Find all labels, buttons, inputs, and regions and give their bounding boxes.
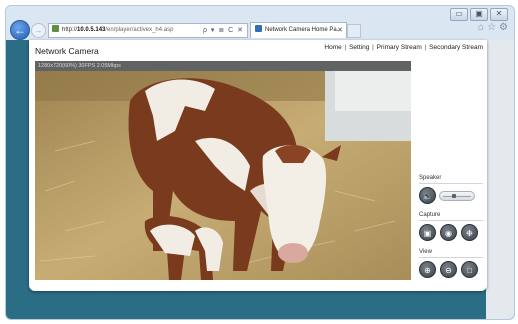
forward-button[interactable]: → <box>31 23 46 38</box>
snapshot-button[interactable]: ▣ <box>419 224 436 241</box>
volume-knob[interactable] <box>452 193 457 198</box>
tab-close-icon[interactable]: ✕ <box>337 23 343 38</box>
favorites-icon[interactable]: ☆ <box>487 22 496 33</box>
capture-label: Capture <box>419 212 441 218</box>
menu-setting[interactable]: Setting <box>349 44 369 51</box>
speaker-button[interactable]: 🔈 <box>419 187 436 204</box>
browser-tools: ⌂ ☆ ⚙ <box>478 22 508 33</box>
home-icon[interactable]: ⌂ <box>478 22 484 33</box>
gear-icon[interactable]: ⚙ <box>499 22 508 33</box>
capture-buttons: ▣ ◉ ❉ <box>419 224 483 241</box>
zoom-in-button[interactable]: ⊕ <box>419 261 436 278</box>
video-frame-image <box>35 71 411 280</box>
zoom-in-icon: ⊕ <box>424 266 431 275</box>
page-viewport: Network Camera Home | Setting | Primary … <box>6 40 514 319</box>
control-sidebar: Speaker 🔈 Capture ▣ ◉ ❉ View ⊕ ⊖ □ <box>419 175 483 286</box>
new-tab-button[interactable] <box>347 24 361 38</box>
brand-title: Network Camera <box>35 46 99 56</box>
menu-separator: | <box>372 44 374 51</box>
address-bar[interactable]: http://10.0.5.143/en/player/activex_h4.a… <box>48 23 248 38</box>
record-button[interactable]: ◉ <box>440 224 457 241</box>
stream-info-bar: 1280x720(60%) 30FPS 2.05Mbps <box>35 61 411 71</box>
camera-page-icon <box>255 25 262 32</box>
settings-icon: ❉ <box>466 229 473 238</box>
back-button[interactable]: ← <box>10 20 30 40</box>
browser-toolbar: ← → http://10.0.5.143/en/player/activex_… <box>6 20 514 40</box>
address-scheme: http:// <box>62 27 78 33</box>
zoom-out-icon: ⊖ <box>445 266 452 275</box>
tab-title: Network Camera Home Pa... <box>265 27 342 33</box>
divider <box>419 220 483 221</box>
snapshot-icon: ▣ <box>423 229 432 238</box>
menu-separator: | <box>344 44 347 51</box>
arrow-left-icon: ← <box>14 23 26 37</box>
top-menu: Home | Setting | Primary Stream | Second… <box>324 44 483 51</box>
divider <box>419 183 483 184</box>
arrow-right-icon: → <box>34 26 43 35</box>
divider <box>419 257 483 258</box>
fullscreen-button[interactable]: □ <box>461 261 478 278</box>
speaker-label: Speaker <box>419 175 442 181</box>
menu-separator: | <box>424 44 427 51</box>
volume-slider[interactable] <box>439 190 475 201</box>
view-label: View <box>419 249 432 255</box>
page-icon <box>52 25 59 32</box>
speaker-icon: 🔈 <box>422 192 433 201</box>
address-tools[interactable]: ρ ▾ ≣ C ✕ <box>203 24 244 37</box>
speaker-row: 🔈 <box>419 187 483 204</box>
menu-secondary-stream[interactable]: Secondary Stream <box>429 44 483 51</box>
camera-panel: Network Camera Home | Setting | Primary … <box>29 40 487 291</box>
live-video-view[interactable] <box>35 71 411 280</box>
menu-home[interactable]: Home <box>324 44 341 51</box>
browser-window: ▭ ▣ ✕ ← → http://10.0.5.143/en/player/ac… <box>5 5 515 320</box>
capture-settings-button[interactable]: ❉ <box>461 224 478 241</box>
menu-primary-stream[interactable]: Primary Stream <box>377 44 422 51</box>
address-host: 10.0.5.143 <box>77 27 106 33</box>
fullscreen-icon: □ <box>467 266 472 275</box>
scroll-area <box>486 40 514 319</box>
record-icon: ◉ <box>445 229 452 238</box>
tab-network-camera[interactable]: Network Camera Home Pa... ✕ <box>250 22 347 38</box>
address-path: /en/player/activex_h4.asp <box>105 27 174 33</box>
zoom-out-button[interactable]: ⊖ <box>440 261 457 278</box>
volume-track <box>443 195 471 197</box>
view-buttons: ⊕ ⊖ □ <box>419 261 483 278</box>
